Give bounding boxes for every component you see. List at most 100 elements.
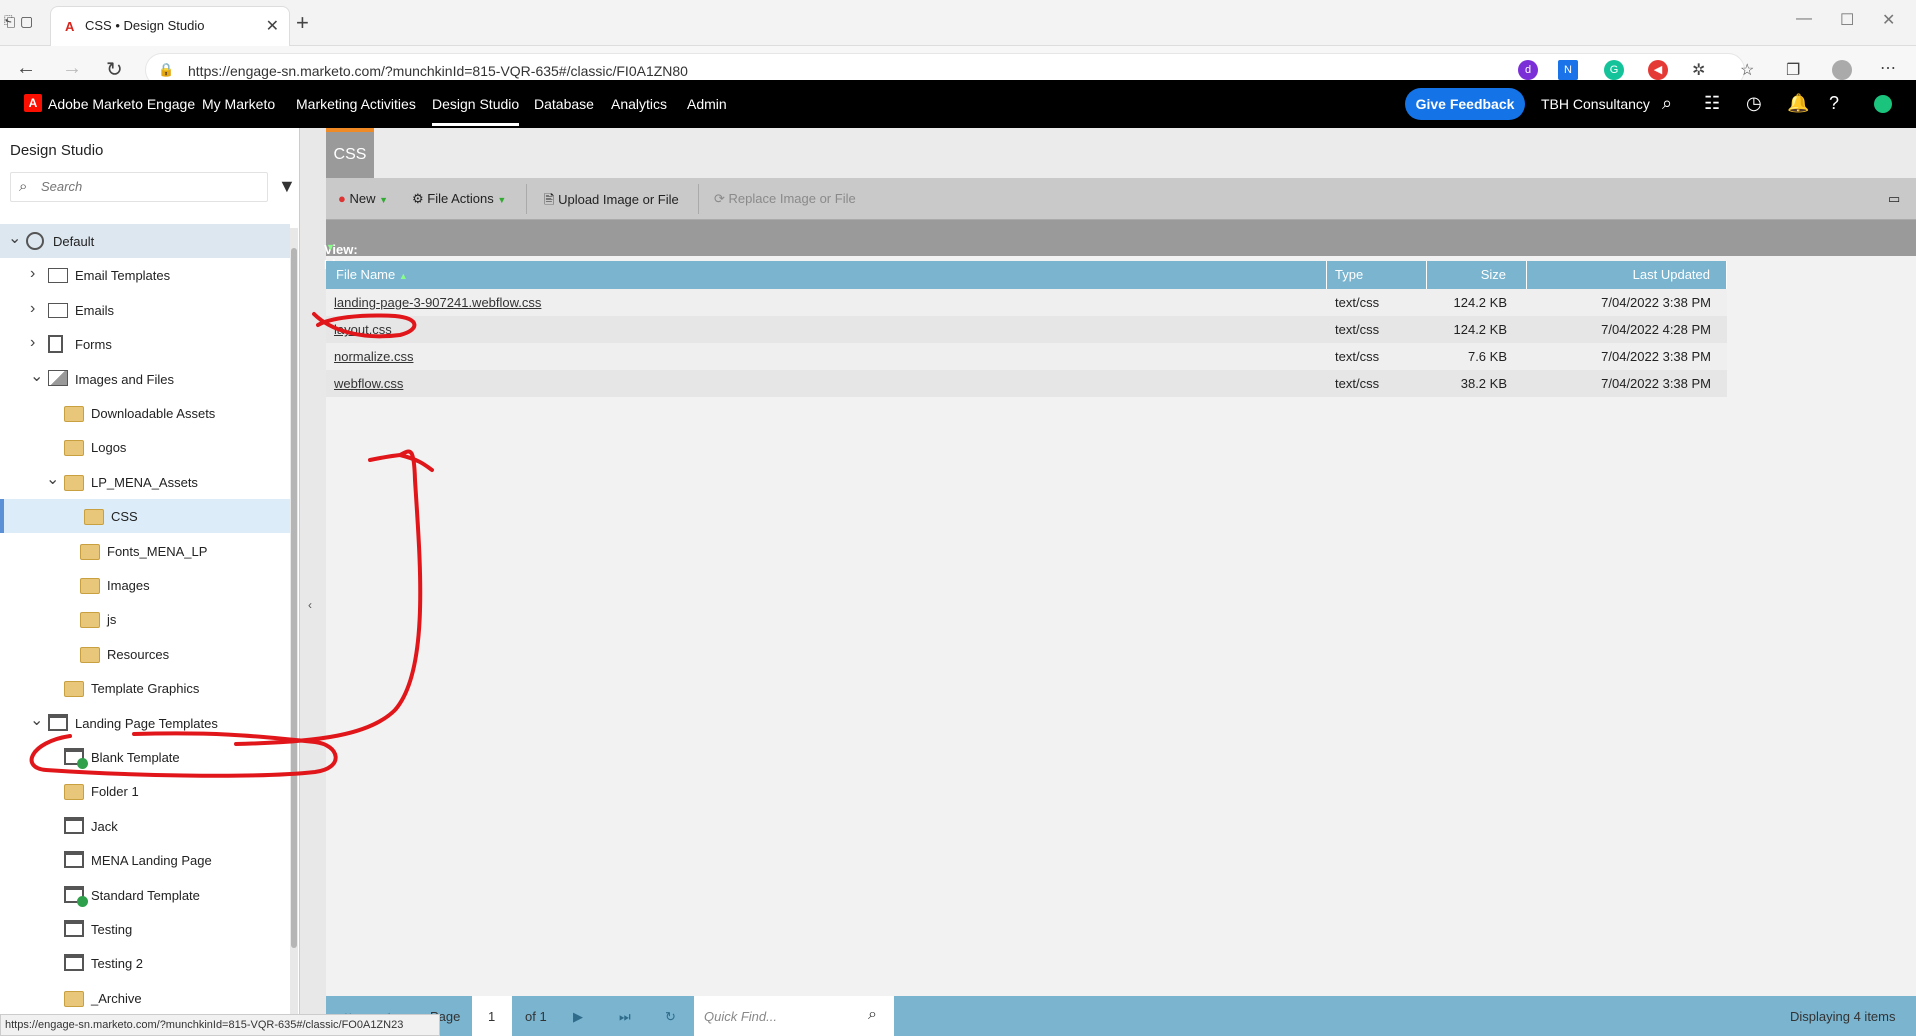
nav-admin[interactable]: Admin — [687, 96, 727, 112]
chevron-down-icon[interactable]: ⌄ — [8, 228, 21, 248]
filter-icon[interactable]: ▼ — [278, 176, 296, 197]
tree-scrollbar[interactable] — [290, 228, 298, 1036]
tree-item[interactable]: Resources — [0, 637, 290, 671]
tree-item[interactable]: ⌄ LP_MENA_Assets — [0, 465, 290, 499]
replace-button[interactable]: ⟳ Replace Image or File — [714, 191, 856, 207]
profile-avatar[interactable] — [1832, 60, 1852, 80]
search-box[interactable]: ⌕ — [10, 172, 268, 202]
chevron-down-icon[interactable]: ⌄ — [30, 366, 43, 386]
tree-item[interactable]: Downloadable Assets — [0, 396, 290, 430]
tabs-icon[interactable]: ▢ — [20, 13, 33, 30]
user-avatar[interactable] — [1874, 95, 1892, 113]
tree-item[interactable]: Standard Template — [0, 878, 290, 912]
nav-design-studio[interactable]: Design Studio — [432, 96, 520, 126]
back-icon[interactable]: ← — [16, 57, 36, 80]
table-row[interactable]: layout.css text/css 124.2 KB 7/04/2022 4:28… — [326, 316, 1727, 343]
reload-icon[interactable]: ↻ — [106, 57, 123, 82]
tree-item[interactable]: js — [0, 602, 290, 636]
give-feedback-button[interactable]: Give Feedback — [1405, 88, 1525, 120]
extension-icon[interactable]: d — [1518, 60, 1538, 80]
new-extension-icon[interactable]: N — [1558, 60, 1578, 80]
account-name[interactable]: TBH Consultancy — [1541, 96, 1650, 112]
search-input[interactable] — [41, 179, 241, 194]
megaphone-icon[interactable]: ◀ — [1648, 60, 1668, 80]
tree-item[interactable]: Logos — [0, 430, 290, 464]
nav-marketing-activities[interactable]: Marketing Activities — [296, 96, 416, 112]
tree-item[interactable]: _Archive — [0, 981, 290, 1015]
tree-item[interactable]: Images — [0, 568, 290, 602]
col-size[interactable]: Size — [1427, 261, 1527, 289]
tree-item[interactable]: Jack — [0, 809, 290, 843]
tree-item[interactable]: › Email Templates — [0, 258, 290, 292]
upload-button[interactable]: 🖹 Upload Image or File — [544, 191, 679, 213]
nav-analytics[interactable]: Analytics — [611, 96, 667, 112]
forward-icon[interactable]: → — [62, 57, 82, 80]
tree-item-label: CSS — [111, 509, 138, 525]
chevron-down-icon[interactable]: ⌄ — [30, 710, 43, 730]
refresh-icon[interactable]: ↻ — [665, 1009, 676, 1025]
tab-css[interactable]: CSS — [326, 128, 374, 178]
browser-tab[interactable]: A CSS • Design Studio ✕ — [50, 6, 290, 46]
close-window-button[interactable]: ✕ — [1882, 10, 1895, 30]
tree-item[interactable]: MENA Landing Page — [0, 843, 290, 877]
collapse-chevron-icon[interactable]: ‹ — [308, 598, 312, 612]
history-icon[interactable]: ◷ — [1746, 93, 1762, 114]
nav-database[interactable]: Database — [534, 96, 594, 112]
minimize-button[interactable]: — — [1796, 10, 1812, 28]
last-page-icon[interactable]: ⏭ — [619, 1009, 631, 1025]
maximize-panel-icon[interactable]: ▭ — [1888, 191, 1900, 207]
tree-item[interactable]: Blank Template — [0, 740, 290, 774]
tree-item[interactable]: › Emails — [0, 293, 290, 327]
col-type[interactable]: Type — [1327, 261, 1427, 289]
bell-icon[interactable]: 🔔 — [1787, 93, 1809, 114]
col-file-name[interactable]: File Name ▲ — [326, 261, 1327, 289]
tree-item[interactable]: Testing — [0, 912, 290, 946]
tree-item[interactable]: ⌄ Default — [0, 224, 290, 258]
quick-find-box[interactable]: Quick Find... ⌕ — [694, 996, 894, 1036]
chevron-down-icon[interactable]: ⌄ — [46, 469, 59, 489]
help-icon[interactable]: ? — [1829, 93, 1839, 114]
replace-icon: ⟳ — [714, 191, 725, 206]
tree-item[interactable]: Testing 2 — [0, 946, 290, 980]
more-menu-icon[interactable]: ⋯ — [1880, 58, 1896, 78]
panel-splitter[interactable]: ‹ — [300, 128, 326, 1036]
chevron-right-icon[interactable]: › — [30, 265, 35, 283]
collections-icon[interactable]: ❐ — [1786, 60, 1800, 80]
new-button[interactable]: ● New ▼ — [338, 191, 388, 206]
lock-icon[interactable]: 🔒 — [158, 62, 174, 78]
table-row[interactable]: normalize.css text/css 7.6 KB 7/04/2022 3:3… — [326, 343, 1727, 370]
grammarly-icon[interactable]: G — [1604, 60, 1624, 80]
next-page-icon[interactable]: ▶ — [573, 1009, 583, 1025]
page-number-input[interactable]: 1 — [472, 996, 512, 1036]
search-icon[interactable]: ⌕ — [1662, 93, 1672, 114]
search-icon[interactable]: ⌕ — [868, 1006, 877, 1024]
tree-item[interactable]: Folder 1 — [0, 774, 290, 808]
tree-item[interactable]: CSS — [0, 499, 290, 534]
file-name-link[interactable]: layout.css — [334, 322, 392, 337]
extensions-icon[interactable]: ✲ — [1692, 60, 1705, 80]
chevron-right-icon[interactable]: › — [30, 300, 35, 318]
tree-item[interactable]: ⌄ Images and Files — [0, 362, 290, 396]
file-name-link[interactable]: normalize.css — [334, 349, 413, 364]
maximize-button[interactable]: ☐ — [1840, 10, 1854, 30]
tree-item[interactable]: Template Graphics — [0, 671, 290, 705]
favorites-icon[interactable]: ☆ — [1740, 60, 1754, 80]
checklist-icon[interactable]: ☷ — [1704, 93, 1720, 114]
tree-item[interactable]: ⌄ Landing Page Templates — [0, 706, 290, 740]
chevron-right-icon[interactable]: › — [30, 334, 35, 352]
file-name-link[interactable]: landing-page-3-907241.webflow.css — [334, 295, 541, 310]
table-row[interactable]: webflow.css text/css 38.2 KB 7/04/2022 3:38… — [326, 370, 1727, 397]
file-name-link[interactable]: webflow.css — [334, 376, 403, 391]
tree-item-label: LP_MENA_Assets — [91, 474, 198, 490]
nav-my-marketo[interactable]: My Marketo — [202, 96, 275, 112]
tab-actions-icon[interactable]: ⎗ — [4, 13, 15, 30]
page-count: of 1 — [525, 1009, 547, 1024]
col-last-updated[interactable]: Last Updated — [1527, 261, 1727, 289]
brand-name[interactable]: Adobe Marketo Engage — [48, 96, 195, 112]
tree-item[interactable]: Fonts_MENA_LP — [0, 534, 290, 568]
table-row[interactable]: landing-page-3-907241.webflow.css text/cs… — [326, 289, 1727, 316]
file-actions-button[interactable]: ⚙ File Actions ▼ — [412, 191, 506, 207]
tree-item[interactable]: › Forms — [0, 327, 290, 361]
new-tab-button[interactable]: + — [296, 10, 309, 36]
close-tab-icon[interactable]: ✕ — [266, 16, 279, 36]
